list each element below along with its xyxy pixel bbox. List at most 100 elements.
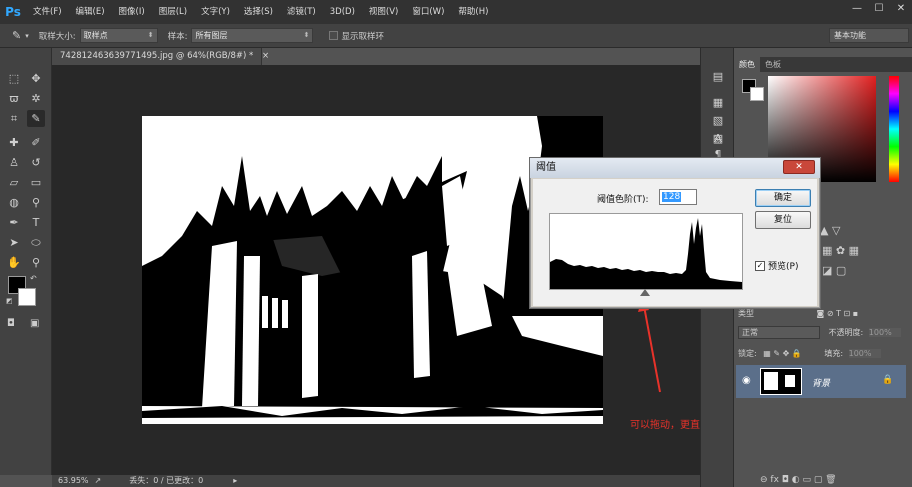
menu-bar: Ps 文件(F) 编辑(E) 图像(I) 图层(L) 文字(Y) 选择(S) 滤…	[0, 0, 912, 24]
gradient-tool-icon[interactable]: ▭	[27, 174, 45, 191]
magic-wand-tool-icon[interactable]: ✲	[27, 90, 45, 107]
photoshop-logo: Ps	[0, 0, 26, 24]
preview-checkbox[interactable]: ✓	[755, 260, 765, 271]
maximize-button[interactable]: ☐	[868, 0, 890, 18]
fill-input[interactable]: 100%	[848, 349, 881, 358]
dodge-tool-icon[interactable]: ⚲	[27, 194, 45, 211]
path-selection-tool-icon[interactable]: ➤	[5, 234, 23, 251]
menu-view[interactable]: 视图(V)	[362, 0, 405, 24]
histogram	[549, 213, 743, 290]
crop-tool-icon[interactable]: ⌗	[5, 110, 23, 127]
sample-label: 样本:	[167, 31, 188, 42]
opacity-input[interactable]: 100%	[868, 328, 901, 337]
opacity-label: 不透明度:	[828, 328, 864, 337]
layer-row-background[interactable]: ◉ 背景 🔒	[736, 365, 906, 398]
export-icon[interactable]: ↗	[95, 475, 102, 487]
close-window-button[interactable]: ✕	[890, 0, 912, 18]
threshold-slider-handle[interactable]	[640, 289, 650, 296]
visibility-eye-icon[interactable]: ◉	[742, 375, 751, 386]
lock-label: 锁定:	[738, 349, 757, 358]
status-info: 丢失：0 / 已更改：0	[129, 476, 204, 485]
menu-image[interactable]: 图像(I)	[112, 0, 152, 24]
fill-label: 填充:	[824, 349, 844, 358]
layer-filter-icons[interactable]: ◙ ⊘ T ⊡ ▪	[817, 309, 859, 318]
blur-tool-icon[interactable]: ◍	[5, 194, 23, 211]
shape-tool-icon[interactable]: ⬭	[27, 234, 45, 251]
ok-button[interactable]: 确定	[755, 189, 811, 207]
threshold-level-input[interactable]: 128	[659, 189, 697, 205]
type-tool-icon[interactable]: T	[27, 214, 45, 231]
adjustments-icons-row3[interactable]: ◪ ▢	[822, 264, 846, 277]
menu-edit[interactable]: 编辑(E)	[69, 0, 112, 24]
default-colors-icon[interactable]: ◩	[6, 297, 13, 305]
document-tab[interactable]: 742812463639771495.jpg @ 64%(RGB/8#) * ×	[52, 48, 269, 65]
tool-preset-dropdown[interactable]: ▾	[25, 32, 29, 40]
history-panel-icon[interactable]: ▤	[710, 70, 726, 84]
lock-row: 锁定: ▦ ✎ ✥ 🔒 填充: 100%	[734, 348, 912, 359]
menu-filter[interactable]: 滤镜(T)	[280, 0, 323, 24]
options-bar: ✎ ▾ 取样大小: 取样点 ⬍ 样本: 所有图层 ⬍ 显示取样环	[0, 24, 912, 48]
tools-panel: ⬚ ✥ ϖ ✲ ⌗ ✎ ✚ ✐ ♙ ↺ ▱ ▭ ◍ ⚲ ✒ T ➤ ⬭ ✋ ⚲ …	[0, 48, 52, 475]
layers-bottom-toolbar[interactable]: ⊖ fx ◘ ◐ ▭ ▢ 🗑	[734, 475, 912, 485]
hue-slider[interactable]	[889, 76, 899, 182]
chevron-down-icon: ⬍	[147, 31, 154, 39]
eraser-tool-icon[interactable]: ▱	[5, 174, 23, 191]
stamp-tool-icon[interactable]: ♙	[5, 154, 23, 171]
menu-type[interactable]: 文字(Y)	[194, 0, 237, 24]
sample-select[interactable]: 所有图层 ⬍	[191, 28, 314, 43]
pen-tool-icon[interactable]: ✒	[5, 214, 23, 231]
tab-swatches[interactable]: 色板	[760, 57, 786, 72]
background-color-swatch[interactable]	[18, 288, 36, 306]
adjustments-icons-row2[interactable]: ▦ ✿ ▦	[822, 244, 859, 257]
close-tab-icon[interactable]: ×	[262, 51, 269, 61]
actions-panel-icon[interactable]: ▦	[710, 96, 726, 110]
blend-mode-select[interactable]: 正常	[738, 326, 820, 339]
eyedropper-icon[interactable]: ✎	[12, 29, 21, 42]
adjustments-icons[interactable]: ▲ ▽	[820, 224, 840, 237]
dialog-close-button[interactable]: ✕	[783, 160, 815, 174]
eyedropper-tool-icon[interactable]: ✎	[27, 110, 45, 127]
menu-layer[interactable]: 图层(L)	[152, 0, 194, 24]
healing-brush-tool-icon[interactable]: ✚	[5, 134, 23, 151]
brush-presets-panel-icon[interactable]: ▧	[710, 114, 726, 128]
quick-mask-icon[interactable]: ◘	[7, 318, 15, 329]
minimize-button[interactable]: —	[846, 0, 868, 18]
sample-value: 所有图层	[195, 31, 228, 40]
dialog-body: 阈值色阶(T): 128 确定 复位 ✓ 预览(P)	[533, 179, 817, 306]
zoom-level[interactable]: 63.95%	[58, 475, 89, 487]
lock-icons[interactable]: ▦ ✎ ✥ 🔒	[763, 349, 802, 358]
layer-thumbnail	[760, 368, 802, 395]
lasso-tool-icon[interactable]: ϖ	[5, 90, 23, 107]
menu-3d[interactable]: 3D(D)	[323, 0, 362, 24]
workspace-value: 基本功能	[834, 31, 866, 40]
panel-background-swatch[interactable]	[750, 87, 764, 101]
menu-file[interactable]: 文件(F)	[26, 0, 69, 24]
blend-row: 正常 不透明度: 100%	[734, 326, 912, 339]
document-tab-title: 742812463639771495.jpg @ 64%(RGB/8#) *	[60, 51, 254, 61]
zoom-tool-icon[interactable]: ⚲	[27, 254, 45, 271]
lock-icon: 🔒	[882, 375, 894, 385]
sample-size-select[interactable]: 取样点 ⬍	[79, 28, 158, 43]
annotation-text: 可以拖动，更直观	[630, 420, 710, 431]
swap-colors-icon[interactable]: ↶	[30, 274, 37, 283]
history-brush-tool-icon[interactable]: ↺	[27, 154, 45, 171]
menu-select[interactable]: 选择(S)	[237, 0, 280, 24]
move-tool-icon[interactable]: ✥	[27, 70, 45, 87]
hand-tool-icon[interactable]: ✋	[5, 254, 23, 271]
window-controls: — ☐ ✕	[846, 0, 912, 18]
show-ring-checkbox[interactable]	[329, 31, 339, 40]
character-panel-icon[interactable]: A	[710, 132, 726, 146]
status-menu-arrow-icon[interactable]: ▸	[233, 475, 237, 487]
workspace-select[interactable]: 基本功能	[829, 28, 909, 43]
brush-tool-icon[interactable]: ✐	[27, 134, 45, 151]
threshold-level-value: 128	[662, 192, 682, 202]
tab-color[interactable]: 颜色	[734, 57, 760, 72]
threshold-dialog: 阈值 ✕ 阈值色阶(T): 128 确定 复位 ✓ 预览(P)	[529, 157, 821, 309]
menu-window[interactable]: 窗口(W)	[405, 0, 451, 24]
reset-button[interactable]: 复位	[755, 211, 811, 229]
screen-mode-icon[interactable]: ▣	[30, 318, 39, 329]
menu-help[interactable]: 帮助(H)	[451, 0, 495, 24]
marquee-tool-icon[interactable]: ⬚	[5, 70, 23, 87]
preview-label: 预览(P)	[768, 262, 799, 272]
layer-kind-select[interactable]: 类型	[738, 309, 754, 318]
